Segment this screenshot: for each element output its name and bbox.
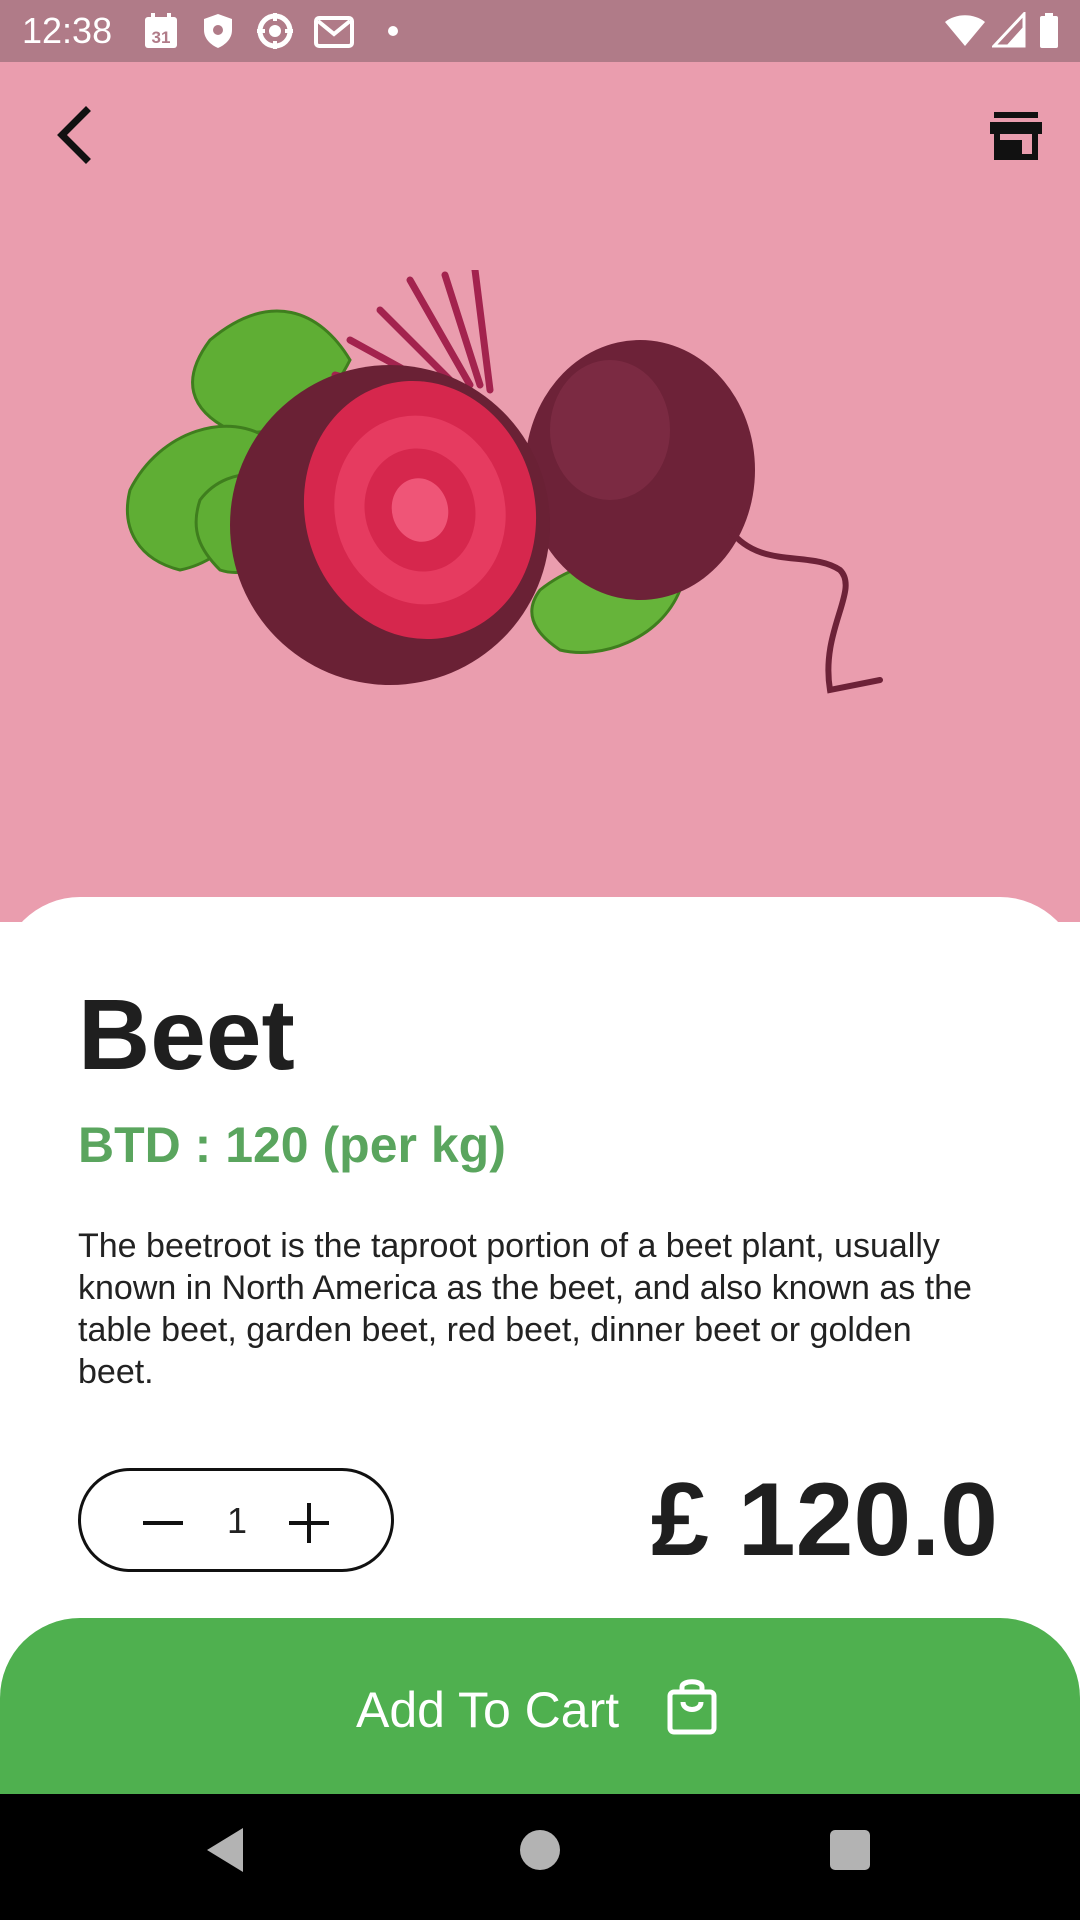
- back-button[interactable]: [50, 105, 100, 165]
- nav-back-button[interactable]: [205, 1826, 245, 1879]
- nav-home-button[interactable]: [520, 1830, 560, 1870]
- minus-icon: [143, 1521, 183, 1525]
- system-nav-bar: [0, 1794, 1080, 1920]
- shield-icon: [202, 12, 234, 50]
- quantity-value: 1: [226, 1500, 248, 1541]
- increase-quantity-button[interactable]: [285, 1499, 333, 1547]
- calendar-icon: 31: [143, 12, 179, 50]
- total-price: £ 120.0: [651, 1462, 998, 1578]
- nav-back-icon: [207, 1828, 243, 1872]
- gmail-icon: [314, 12, 354, 50]
- product-image: [120, 266, 970, 730]
- dot-icon: [386, 12, 400, 50]
- unit-price: BTD : 120 (per kg): [78, 1117, 506, 1173]
- settings-flower-icon: [256, 12, 294, 50]
- quantity-stepper: 1: [78, 1468, 394, 1572]
- status-time: 12:38: [22, 10, 113, 51]
- status-bar: 12:38 31: [0, 0, 1080, 62]
- plus-icon: [289, 1503, 329, 1543]
- svg-text:31: 31: [152, 28, 171, 47]
- shopping-bag-icon: [664, 1676, 720, 1736]
- storefront-icon: [990, 112, 1042, 160]
- chevron-left-icon: [57, 106, 91, 164]
- store-button[interactable]: [988, 110, 1044, 162]
- product-name: Beet: [78, 979, 295, 1091]
- add-to-cart-label: Add To Cart: [356, 1682, 620, 1738]
- decrease-quantity-button[interactable]: [139, 1499, 187, 1547]
- signal-icon: [992, 12, 1026, 50]
- product-description: The beetroot is the taproot portion of a…: [78, 1227, 972, 1391]
- battery-icon: [1038, 12, 1060, 50]
- nav-recents-button[interactable]: [830, 1830, 870, 1870]
- wifi-icon: [944, 12, 986, 50]
